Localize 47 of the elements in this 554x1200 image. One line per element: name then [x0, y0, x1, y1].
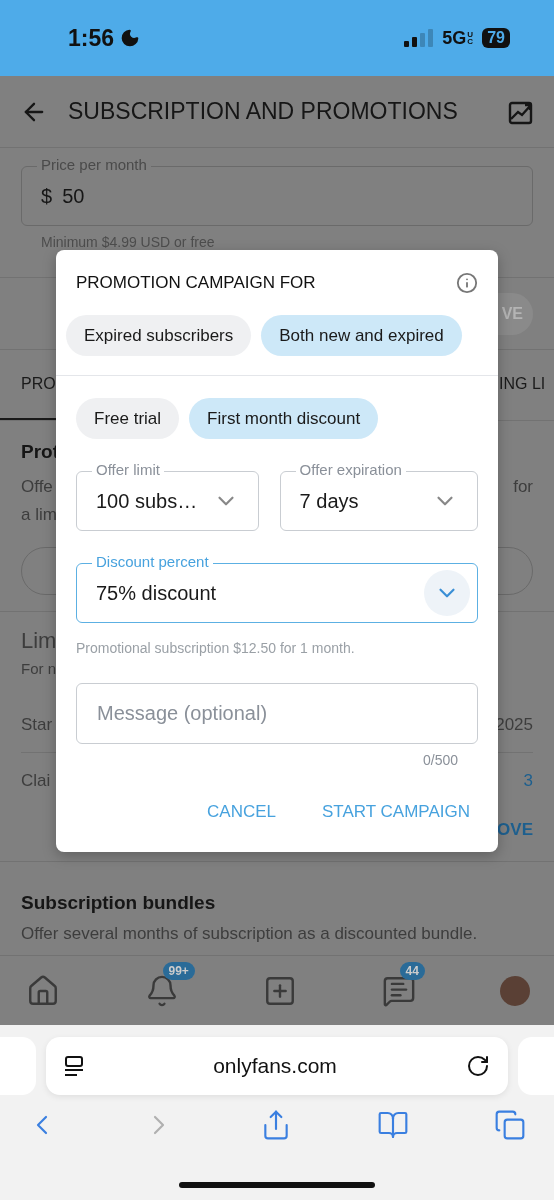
offer-expiration-select[interactable]: Offer expiration 7 days [279, 462, 478, 531]
page-menu-icon[interactable] [64, 1055, 84, 1077]
url-text: onlyfans.com [213, 1054, 337, 1078]
field-label: Offer expiration [295, 462, 406, 478]
character-counter: 0/500 [422, 752, 458, 768]
network-label: 5G [442, 27, 467, 49]
row-label: Clai [21, 771, 51, 791]
address-bar[interactable]: onlyfans.com [46, 1037, 508, 1095]
discount-select[interactable]: Discount percent 75% discount [76, 554, 478, 623]
description-text: for [513, 476, 533, 498]
offer-type-chip[interactable]: Free trial [76, 398, 180, 439]
currency-symbol: $ [41, 184, 53, 208]
offer-limit-select[interactable]: Offer limit 100 subs… [76, 462, 259, 531]
signal-icon [404, 29, 435, 47]
select-value: 75% discount [96, 581, 217, 605]
audience-chip[interactable]: Both new and expired [261, 315, 462, 356]
section-title: Lim [21, 628, 57, 654]
select-value: 7 days [299, 489, 359, 513]
moon-icon [120, 28, 141, 48]
audience-chip[interactable]: Expired subscribers [66, 315, 252, 356]
description-text: a lim [21, 504, 57, 526]
offer-type-chip[interactable]: First month discount [189, 398, 379, 439]
info-icon[interactable] [456, 271, 478, 294]
bookmarks-icon[interactable] [377, 1109, 409, 1141]
section-title: Subscription bundles [21, 892, 216, 914]
price-value: 50 [62, 184, 85, 208]
description-text: Offe [21, 476, 53, 498]
count-badge: 44 [399, 961, 425, 980]
status-time: 1:56 [68, 24, 115, 52]
field-label: Offer limit [92, 462, 164, 478]
field-label: Discount percent [92, 554, 213, 570]
tab[interactable]: ING LI [496, 350, 554, 420]
network-suffix: UC [467, 30, 474, 46]
battery-indicator: 79 [482, 28, 510, 48]
page-title: SUBSCRIPTION AND PROMOTIONS [68, 98, 459, 125]
home-icon[interactable] [26, 973, 60, 1008]
section-description: Offer several months of subscription as a discounted bundle. [21, 924, 478, 944]
avatar[interactable] [500, 975, 530, 1006]
promo-note: Promotional subscription $12.50 for 1 month. [75, 639, 356, 656]
dialog-title: PROMOTION CAMPAIGN FOR [76, 272, 316, 293]
tabs-icon[interactable] [494, 1109, 526, 1141]
count-badge: 99+ [162, 961, 195, 980]
section-subtitle: For n [21, 660, 56, 677]
reload-icon[interactable] [466, 1054, 490, 1078]
row-label: Star [21, 714, 53, 735]
message-field[interactable]: Message (optional) [76, 683, 478, 744]
select-value: 100 subs… [96, 489, 198, 513]
